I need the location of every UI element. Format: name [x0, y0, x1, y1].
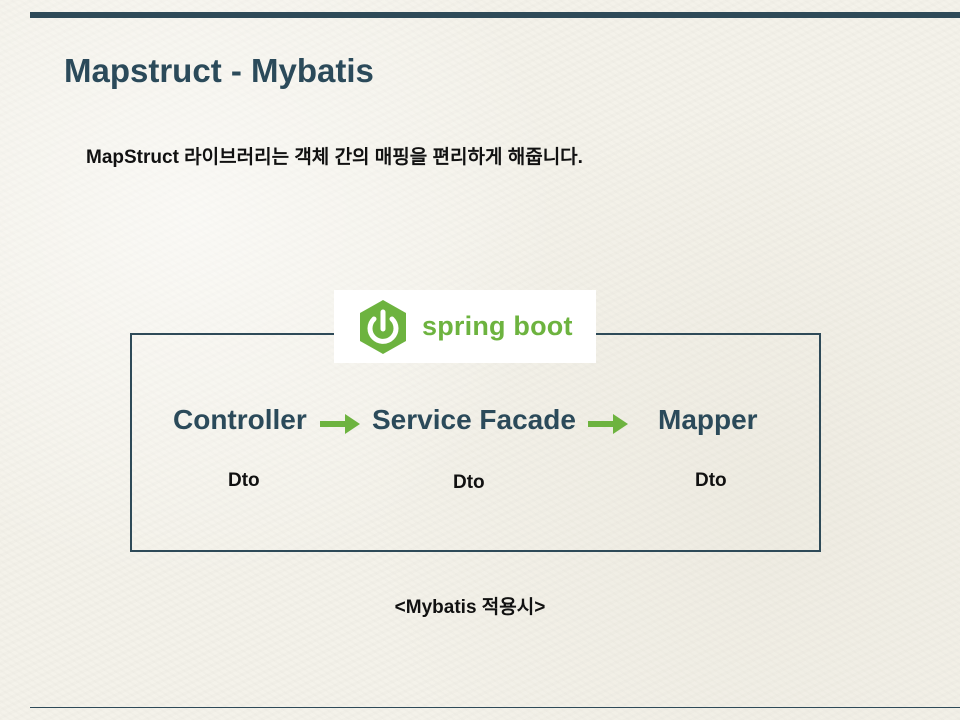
bottom-rule [30, 707, 960, 708]
controller-node: Controller [173, 404, 307, 435]
service-facade-dto-label: Dto [453, 472, 485, 493]
mapper-node: Mapper [658, 404, 758, 435]
arrow-right-icon [320, 414, 360, 434]
arrow-right-icon [588, 414, 628, 434]
service-facade-node: Service Facade [372, 404, 576, 435]
slide-title: Mapstruct - Mybatis [64, 52, 374, 89]
power-icon [360, 299, 406, 354]
logo-text: spring boot [422, 311, 573, 341]
diagram-frame [130, 333, 821, 552]
spring-boot-logo: spring boot [334, 290, 596, 363]
mapper-dto-label: Dto [695, 470, 727, 491]
diagram-caption: <Mybatis 적용시> [394, 597, 546, 618]
slide-subtitle: MapStruct 라이브러리는 객체 간의 매핑을 편리하게 해줍니다. [86, 147, 583, 168]
controller-dto-label: Dto [228, 470, 260, 491]
top-rule [30, 12, 960, 18]
